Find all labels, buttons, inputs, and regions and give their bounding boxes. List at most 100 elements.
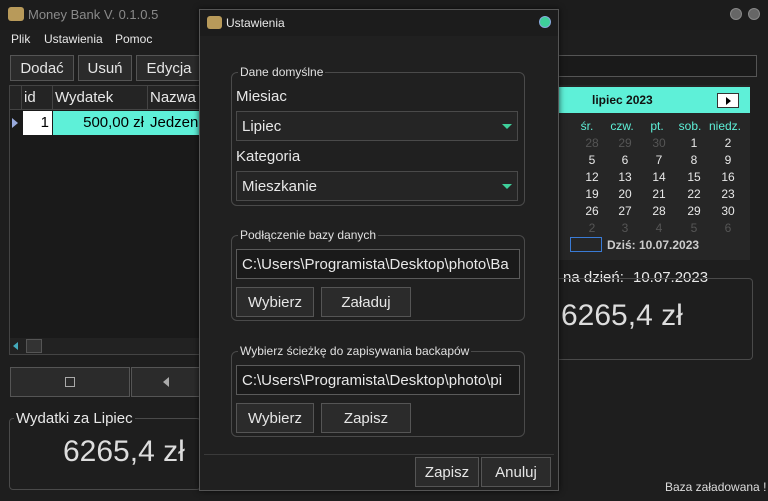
table-header: id Wydatek Nazwa — [10, 86, 200, 110]
today-label: Dziś: 10.07.2023 — [607, 238, 700, 252]
dialog-title-bar: Ustawienia — [200, 10, 558, 36]
category-select-value: Mieszkanie — [242, 177, 318, 195]
add-button[interactable]: Dodać — [10, 55, 74, 81]
calendar-day[interactable]: 19 — [575, 187, 609, 201]
cell-amount: 500,00 zł — [83, 114, 144, 131]
db-path-value: C:\Users\Programista\Desktop\photo\Ba — [242, 255, 509, 273]
calendar-day[interactable]: 28 — [575, 136, 609, 150]
today-marker-icon — [570, 237, 602, 252]
chevron-down-icon — [502, 184, 512, 189]
col-header-wydatek[interactable]: Wydatek — [55, 89, 113, 106]
search-input[interactable] — [553, 55, 757, 77]
calendar-day[interactable]: 8 — [677, 153, 711, 167]
scroll-thumb[interactable] — [26, 339, 42, 353]
calendar-day[interactable]: 23 — [711, 187, 745, 201]
backup-path-value: C:\Users\Programista\Desktop\photo\pi — [242, 371, 503, 389]
expenses-table: id Wydatek Nazwa 1 500,00 zł Jedzen — [9, 85, 201, 355]
calendar-day[interactable]: 20 — [608, 187, 642, 201]
calendar-day[interactable]: 26 — [575, 204, 609, 218]
app-logo-icon — [8, 7, 24, 21]
calendar-day[interactable]: 22 — [677, 187, 711, 201]
calendar-day[interactable]: 21 — [642, 187, 676, 201]
calendar-day[interactable]: 29 — [608, 136, 642, 150]
calendar-today[interactable]: Dziś: 10.07.2023 — [553, 235, 750, 255]
col-header-nazwa[interactable]: Nazwa — [150, 89, 196, 106]
db-load-button[interactable]: Załaduj — [321, 287, 411, 317]
status-text: Baza załadowana ! — [665, 480, 767, 494]
backup-save-button[interactable]: Zapisz — [321, 403, 411, 433]
cell-id: 1 — [40, 114, 49, 131]
calendar-day[interactable]: 9 — [711, 153, 745, 167]
prev-page-button[interactable] — [131, 367, 201, 397]
chevron-right-icon — [726, 97, 731, 105]
calendar-day[interactable]: 30 — [711, 204, 745, 218]
calendar-day[interactable]: 5 — [575, 153, 609, 167]
calendar-header: lipiec 2023 — [553, 87, 750, 113]
first-page-button[interactable] — [10, 367, 130, 397]
backup-choose-button[interactable]: Wybierz — [236, 403, 314, 433]
expenses-summary: Wydatki za Lipiec 6265,4 zł — [9, 410, 201, 490]
close-icon[interactable] — [748, 8, 760, 20]
expenses-summary-value: 6265,4 zł — [63, 435, 185, 468]
calendar-day[interactable]: 27 — [608, 204, 642, 218]
calendar-month-label[interactable]: lipiec 2023 — [592, 93, 653, 107]
calendar-day[interactable]: 6 — [711, 221, 745, 235]
cancel-button[interactable]: Anuluj — [481, 457, 551, 487]
db-path-input[interactable]: C:\Users\Programista\Desktop\photo\Ba — [236, 249, 520, 279]
remove-button[interactable]: Usuń — [78, 55, 132, 81]
calendar-day[interactable]: 2 — [711, 136, 745, 150]
defaults-group: Dane domyślne Miesiac Lipiec Kategoria M… — [231, 65, 525, 206]
calendar-weekdays: śr. czw. pt. sob. niedz. — [553, 119, 750, 135]
calendar-day[interactable]: 28 — [642, 204, 676, 218]
scroll-left-icon[interactable] — [13, 342, 18, 350]
calendar-day[interactable]: 30 — [642, 136, 676, 150]
menu-pomoc[interactable]: Pomoc — [115, 32, 152, 46]
menu-ustawienia[interactable]: Ustawienia — [44, 32, 103, 46]
calendar-day[interactable]: 7 — [642, 153, 676, 167]
cell-name: Jedzen — [150, 114, 199, 131]
calendar-day[interactable]: 2 — [575, 221, 609, 235]
db-choose-button[interactable]: Wybierz — [236, 287, 314, 317]
calendar-day[interactable]: 1 — [677, 136, 711, 150]
calendar-day[interactable]: 5 — [677, 221, 711, 235]
backup-path-input[interactable]: C:\Users\Programista\Desktop\photo\pi — [236, 365, 520, 395]
calendar-day[interactable]: 29 — [677, 204, 711, 218]
weekday-label: sob. — [678, 119, 702, 133]
save-button[interactable]: Zapisz — [415, 457, 479, 487]
calendar-day[interactable]: 16 — [711, 170, 745, 184]
balance-box: 6265,4 zł — [553, 278, 753, 360]
settings-dialog: Ustawienia Dane domyślne Miesiac Lipiec … — [199, 9, 559, 491]
calendar-day[interactable]: 12 — [575, 170, 609, 184]
row-selector-arrow-icon — [12, 118, 18, 128]
balance-value: 6265,4 zł — [561, 299, 683, 332]
calendar-day[interactable]: 13 — [608, 170, 642, 184]
calendar-days: 28 29 30 1 2 5 6 7 8 9 12 13 14 15 16 19… — [553, 135, 750, 237]
dialog-close-icon[interactable] — [539, 16, 551, 28]
prev-page-icon — [163, 377, 169, 387]
edit-button[interactable]: Edycja — [136, 55, 202, 81]
weekday-label: pt. — [650, 119, 664, 133]
first-page-icon — [65, 377, 75, 387]
backup-group: Wybierz ścieżkę do zapisywania backapów … — [231, 344, 525, 437]
app-title: Money Bank V. 0.1.0.5 — [28, 7, 159, 22]
table-row[interactable]: 1 500,00 zł Jedzen — [10, 111, 200, 135]
month-label: Miesiac — [236, 88, 287, 105]
calendar-day[interactable]: 4 — [642, 221, 676, 235]
chevron-down-icon — [502, 124, 512, 129]
calendar-day[interactable]: 15 — [677, 170, 711, 184]
expenses-summary-title: Wydatki za Lipiec — [14, 410, 135, 427]
calendar-day[interactable]: 3 — [608, 221, 642, 235]
col-header-id[interactable]: id — [24, 89, 36, 106]
calendar-next-button[interactable] — [717, 93, 739, 108]
category-select[interactable]: Mieszkanie — [236, 171, 518, 201]
minimize-icon[interactable] — [730, 8, 742, 20]
weekday-label: czw. — [610, 119, 634, 133]
category-label: Kategoria — [236, 148, 301, 165]
calendar-day[interactable]: 6 — [608, 153, 642, 167]
calendar-day[interactable]: 14 — [642, 170, 676, 184]
db-group-title: Podłączenie bazy danych — [238, 228, 379, 242]
menu-plik[interactable]: Plik — [11, 32, 30, 46]
month-select[interactable]: Lipiec — [236, 111, 518, 141]
table-hscrollbar[interactable] — [10, 338, 200, 354]
weekday-label: śr. — [580, 119, 594, 133]
